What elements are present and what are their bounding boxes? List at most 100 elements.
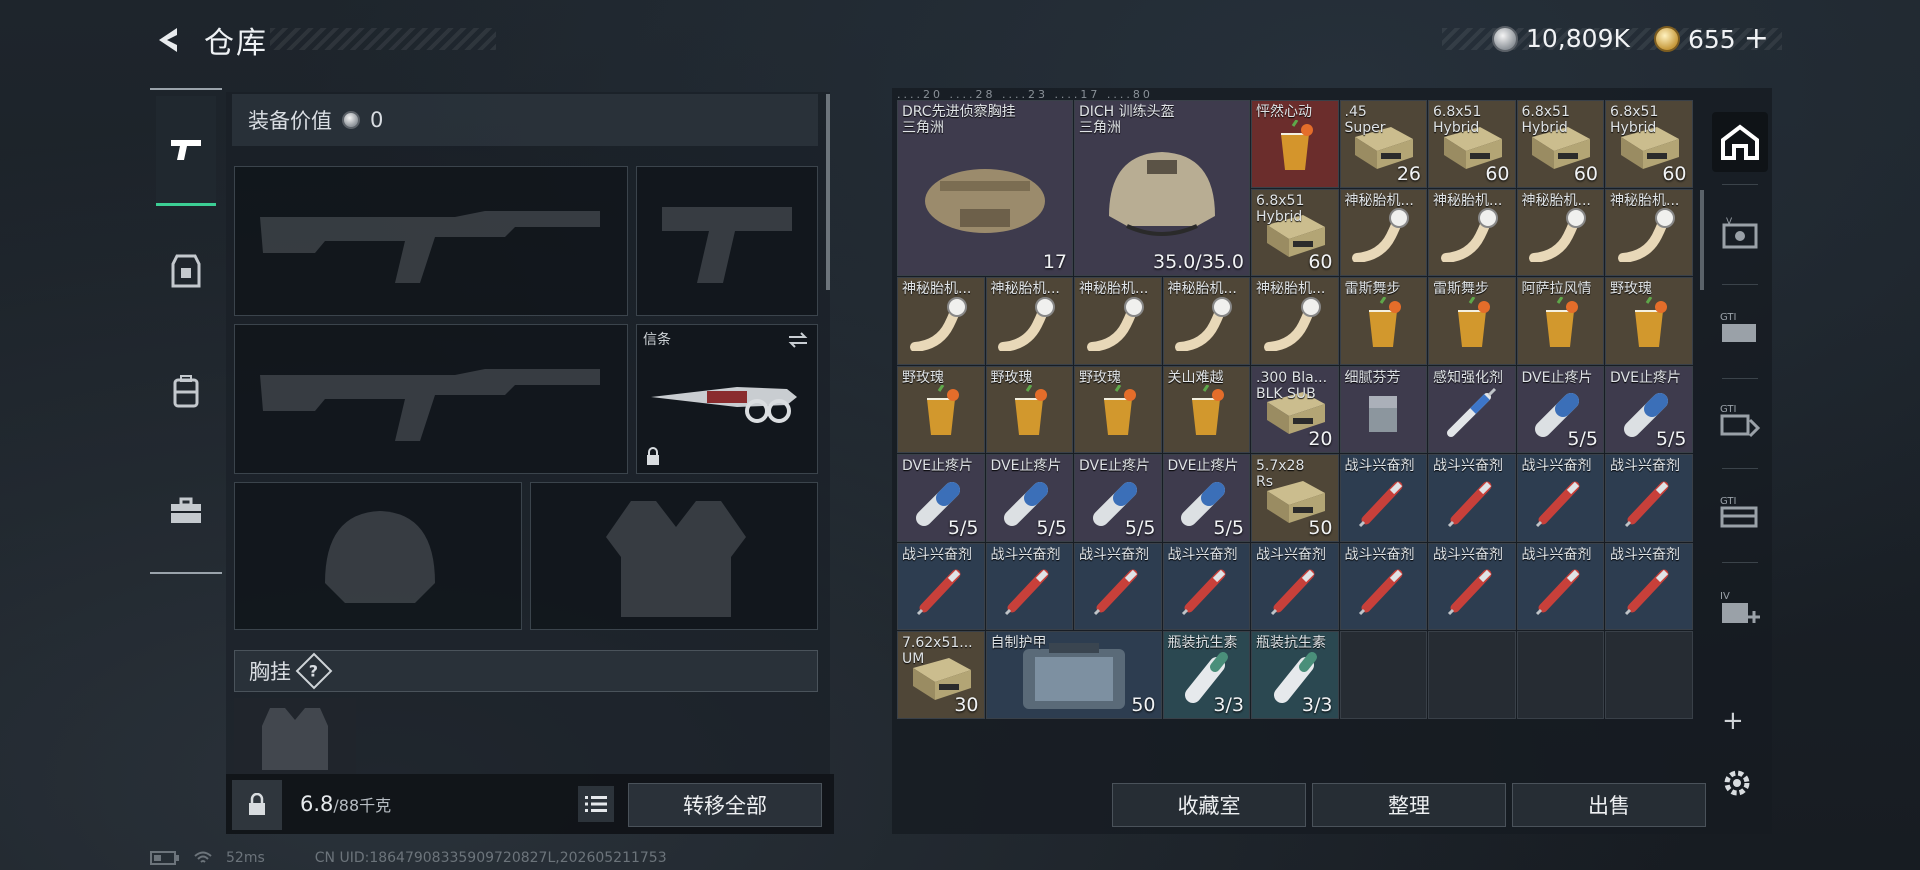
inventory-item[interactable]: DVE止疼片 5/5 bbox=[985, 454, 1073, 542]
nav-weapons[interactable] bbox=[156, 96, 216, 206]
inventory-item[interactable]: 神秘胎机... bbox=[1251, 277, 1339, 365]
equipment-scrollbar[interactable] bbox=[826, 94, 830, 290]
inventory-item[interactable]: 战斗兴奋剂 bbox=[1516, 454, 1604, 542]
secondary-weapon-slot[interactable] bbox=[636, 166, 818, 316]
inventory-item[interactable]: .45 Super 26 bbox=[1339, 100, 1427, 188]
inventory-item[interactable]: 雷斯舞步 bbox=[1428, 277, 1516, 365]
inventory-item[interactable]: .300 Bla... BLK SUB 20 bbox=[1251, 365, 1339, 453]
back-button[interactable] bbox=[148, 20, 188, 60]
inventory-item[interactable]: 野玫瑰 bbox=[1605, 277, 1693, 365]
empty-slot[interactable] bbox=[1605, 631, 1693, 719]
nav-chest-rig[interactable] bbox=[156, 216, 216, 326]
inventory-item[interactable]: 神秘胎机... bbox=[1162, 277, 1250, 365]
sell-button[interactable]: 出售 bbox=[1512, 783, 1706, 827]
tab-gti-case[interactable]: GTI bbox=[1712, 482, 1768, 542]
inventory-item[interactable]: 战斗兴奋剂 bbox=[1339, 454, 1427, 542]
help-icon[interactable]: ? bbox=[295, 652, 333, 690]
gold-currency[interactable]: 655 + bbox=[1654, 24, 1769, 54]
inventory-item[interactable]: 战斗兴奋剂 bbox=[1428, 454, 1516, 542]
add-currency-button[interactable]: + bbox=[1744, 24, 1769, 54]
tab-home[interactable] bbox=[1712, 112, 1768, 172]
helmet-slot[interactable] bbox=[234, 482, 522, 630]
inventory-item[interactable]: 雷斯舞步 bbox=[1339, 277, 1427, 365]
empty-slot[interactable] bbox=[1516, 631, 1604, 719]
transfer-all-button[interactable]: 转移全部 bbox=[628, 783, 822, 827]
inventory-item[interactable]: DVE止疼片 5/5 bbox=[1516, 365, 1604, 453]
tab-gti[interactable]: GTI bbox=[1712, 298, 1768, 358]
nav-backpack[interactable] bbox=[156, 336, 216, 446]
item-name: DVE止疼片 bbox=[1610, 369, 1681, 386]
inventory-item[interactable]: 细腻芬芳 bbox=[1339, 365, 1427, 453]
inventory-item[interactable]: 战斗兴奋剂 bbox=[1605, 542, 1693, 630]
item-name: 感知强化剂 bbox=[1433, 369, 1503, 386]
inventory-item[interactable]: 战斗兴奋剂 bbox=[1516, 542, 1604, 630]
inventory-item[interactable]: DRC先进侦察胸挂 三角洲 17 bbox=[897, 100, 1073, 276]
inventory-item[interactable]: DVE止疼片 5/5 bbox=[1605, 365, 1693, 453]
empty-slot[interactable] bbox=[1339, 631, 1427, 719]
item-count: 20 bbox=[1308, 428, 1333, 450]
inventory-item[interactable]: 战斗兴奋剂 bbox=[897, 542, 985, 630]
inventory-item[interactable]: 6.8x51 Hybrid 60 bbox=[1251, 188, 1339, 276]
inventory-item[interactable]: 6.8x51 Hybrid 60 bbox=[1516, 100, 1604, 188]
inventory-item[interactable]: 战斗兴奋剂 bbox=[1428, 542, 1516, 630]
weight-lock-button[interactable] bbox=[232, 780, 282, 830]
inventory-item[interactable]: 神秘胎机... bbox=[1339, 188, 1427, 276]
silver-coin-icon bbox=[1492, 25, 1518, 52]
inventory-item[interactable]: 5.7x28 Rs 50 bbox=[1251, 454, 1339, 542]
stim-icon bbox=[914, 562, 968, 620]
inventory-item[interactable]: 感知强化剂 bbox=[1428, 365, 1516, 453]
settings-button[interactable] bbox=[1720, 766, 1754, 804]
nav-case[interactable] bbox=[156, 456, 216, 566]
item-name: 神秘胎机... bbox=[1167, 281, 1237, 297]
inventory-item[interactable]: 战斗兴奋剂 bbox=[1251, 542, 1339, 630]
tab-gti-sort[interactable]: GTI bbox=[1712, 390, 1768, 450]
stim-icon bbox=[1622, 562, 1676, 620]
item-name: DVE止疼片 bbox=[1167, 458, 1239, 474]
inventory-item[interactable]: DVE止疼片 5/5 bbox=[897, 454, 985, 542]
inventory-scrollbar[interactable] bbox=[1700, 190, 1704, 290]
inventory-item[interactable]: 神秘胎机... bbox=[985, 277, 1073, 365]
inventory-item[interactable]: 自制护甲 50 bbox=[985, 631, 1162, 719]
swap-icon[interactable] bbox=[787, 331, 809, 349]
inventory-item[interactable]: 战斗兴奋剂 bbox=[1162, 542, 1250, 630]
inventory-item[interactable]: 7.62x51... UM 30 bbox=[897, 631, 985, 719]
add-tab-button[interactable]: + bbox=[1722, 706, 1744, 736]
inventory-item[interactable]: DVE止疼片 5/5 bbox=[1162, 454, 1250, 542]
armor-slot[interactable] bbox=[530, 482, 818, 630]
battery-icon bbox=[150, 851, 179, 865]
equipment-category-nav bbox=[150, 88, 222, 574]
collection-room-button[interactable]: 收藏室 bbox=[1112, 783, 1306, 827]
chest-rig-slot[interactable] bbox=[234, 698, 356, 776]
inventory-item[interactable]: 神秘胎机... bbox=[1074, 277, 1162, 365]
inventory-item[interactable]: 神秘胎机... bbox=[1428, 188, 1516, 276]
inventory-item[interactable]: 关山难越 bbox=[1162, 365, 1250, 453]
inventory-item[interactable]: 瓶装抗生素 3/3 bbox=[1162, 631, 1250, 719]
inventory-item[interactable]: 野玫瑰 bbox=[985, 365, 1073, 453]
primary-weapon-slot[interactable] bbox=[234, 166, 628, 316]
inventory-item[interactable]: 战斗兴奋剂 bbox=[1605, 454, 1693, 542]
tab-medical[interactable]: IV bbox=[1712, 578, 1768, 638]
inventory-item[interactable]: 怦然心动 bbox=[1251, 100, 1339, 188]
inventory-item[interactable]: 战斗兴奋剂 bbox=[985, 542, 1073, 630]
list-view-button[interactable] bbox=[578, 786, 614, 822]
empty-slot[interactable] bbox=[1428, 631, 1516, 719]
inventory-item[interactable]: 6.8x51 Hybrid 60 bbox=[1605, 100, 1693, 188]
inventory-item[interactable]: DVE止疼片 5/5 bbox=[1074, 454, 1162, 542]
inventory-item[interactable]: 神秘胎机... bbox=[897, 277, 985, 365]
inventory-item[interactable]: 野玫瑰 bbox=[897, 365, 985, 453]
item-name: 怦然心动 bbox=[1256, 104, 1312, 120]
inventory-item[interactable]: 瓶装抗生素 3/3 bbox=[1251, 631, 1339, 719]
inventory-item[interactable]: 神秘胎机... bbox=[1605, 188, 1693, 276]
tab-voucher[interactable]: V bbox=[1712, 204, 1768, 264]
inventory-item[interactable]: 战斗兴奋剂 bbox=[1074, 542, 1162, 630]
inventory-item[interactable]: 神秘胎机... bbox=[1516, 188, 1604, 276]
organize-button[interactable]: 整理 bbox=[1312, 783, 1506, 827]
stim-icon bbox=[1445, 562, 1499, 620]
inventory-item[interactable]: DICH 训练头盔 三角洲 35.0/35.0 bbox=[1074, 100, 1250, 276]
inventory-item[interactable]: 野玫瑰 bbox=[1074, 365, 1162, 453]
inventory-item[interactable]: 战斗兴奋剂 bbox=[1339, 542, 1427, 630]
melee-slot[interactable]: 信条 bbox=[636, 324, 818, 474]
inventory-item[interactable]: 6.8x51 Hybrid 60 bbox=[1428, 100, 1516, 188]
primary-weapon-slot-2[interactable] bbox=[234, 324, 628, 474]
inventory-item[interactable]: 阿萨拉风情 bbox=[1516, 277, 1604, 365]
